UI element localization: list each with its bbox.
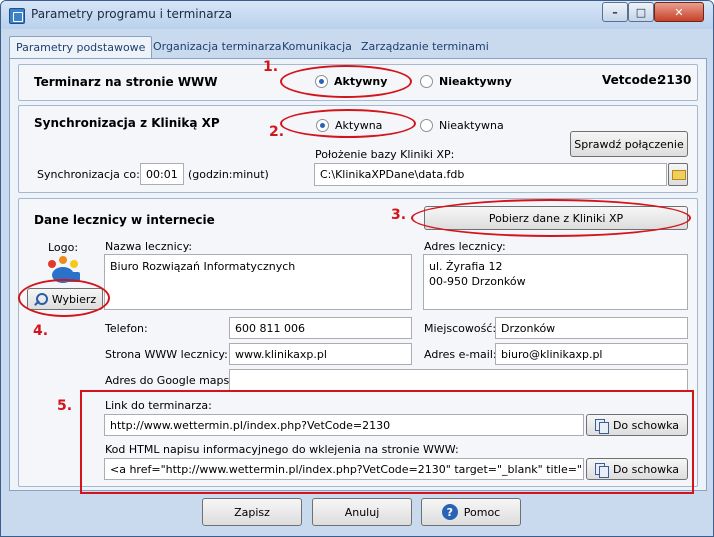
clinic-address-input[interactable]: ul. Żyrafia 12 00-950 Drzonków [423,254,688,310]
test-connection-button[interactable]: Sprawdź połączenie [570,131,688,157]
tab-basic-params[interactable]: Parametry podstawowe [9,36,153,59]
tab-bar: Parametry podstawowe Organizacja termina… [9,36,709,59]
website-input[interactable]: www.klinikaxp.pl [229,343,412,365]
city-input[interactable]: Drzonków [495,317,688,339]
terminal-heading: Terminarz na stronie WWW [34,75,218,89]
folder-icon [672,170,686,180]
phone-label: Telefon: [105,322,148,335]
terminal-inactive-label[interactable]: Nieaktywny [439,75,512,88]
annotation-label-1: 1. [263,59,279,75]
sync-inactive-label[interactable]: Nieaktywna [439,119,504,132]
annotation-ellipse-2 [280,109,416,138]
cancel-button[interactable]: Anuluj [312,498,412,526]
annotation-ellipse-3 [411,199,691,237]
help-icon: ? [441,504,458,520]
logo-label: Logo: [48,241,79,254]
email-input[interactable]: biuro@klinikaxp.pl [495,343,688,365]
window-title: Parametry programu i terminarza [31,7,233,21]
google-maps-input[interactable] [229,369,688,391]
phone-input[interactable]: 600 811 006 [229,317,412,339]
help-label: Pomoc [463,505,501,519]
clinic-heading: Dane lecznicy w internecie [34,213,215,227]
test-connection-label: Sprawdź połączenie [574,137,684,151]
city-label: Miejscowość: [424,322,497,335]
annotation-rect-5 [80,390,694,494]
annotation-label-2: 2. [269,124,285,140]
tab-schedule-organization[interactable]: Organizacja terminarza [147,36,288,58]
cancel-label: Anuluj [344,505,380,519]
sync-interval-label: Synchronizacja co: [37,168,140,181]
vetcode-label: Vetcode: [602,73,662,87]
annotation-ellipse-4 [18,279,110,317]
maximize-icon: □ [635,5,647,19]
app-icon [9,8,25,24]
close-button[interactable]: ✕ [654,2,704,22]
settings-window: Parametry programu i terminarza – □ ✕ Pa… [0,0,714,537]
tab-appointment-management[interactable]: Zarządzanie terminami [355,36,495,58]
db-location-label: Położenie bazy Kliniki XP: [315,148,455,161]
clinic-name-input[interactable]: Biuro Rozwiązań Informatycznych [104,254,412,310]
sync-interval-input[interactable]: 00:01 [140,163,184,185]
maximize-button[interactable]: □ [628,2,654,22]
sync-interval-unit: (godzin:minut) [188,168,269,181]
clinic-address-label: Adres lecznicy: [424,240,506,253]
annotation-ellipse-1 [280,65,412,98]
annotation-label-4: 4. [33,323,49,339]
website-label: Strona WWW lecznicy: [105,348,228,361]
help-button[interactable]: ? Pomoc [421,498,521,526]
annotation-label-3: 3. [391,207,407,223]
db-path-input[interactable]: C:\KlinikaXPDane\data.fdb [314,163,667,186]
annotation-label-5: 5. [57,398,73,414]
browse-db-button[interactable] [668,163,688,186]
terminal-inactive-radio[interactable] [420,75,433,88]
close-icon: ✕ [674,5,684,19]
minimize-icon: – [612,5,618,19]
sync-inactive-radio[interactable] [420,119,433,132]
clinic-name-label: Nazwa lecznicy: [105,240,193,253]
sync-heading: Synchronizacja z Kliniką XP [34,116,220,130]
minimize-button[interactable]: – [602,2,628,22]
email-label: Adres e-mail: [424,348,497,361]
tab-communication[interactable]: Komunikacja [276,36,358,58]
title-bar[interactable]: Parametry programu i terminarza – □ ✕ [1,1,713,29]
google-maps-label: Adres do Google maps: [105,374,233,387]
vetcode-value: 2130 [658,73,692,87]
save-label: Zapisz [234,505,270,519]
save-button[interactable]: Zapisz [202,498,302,526]
